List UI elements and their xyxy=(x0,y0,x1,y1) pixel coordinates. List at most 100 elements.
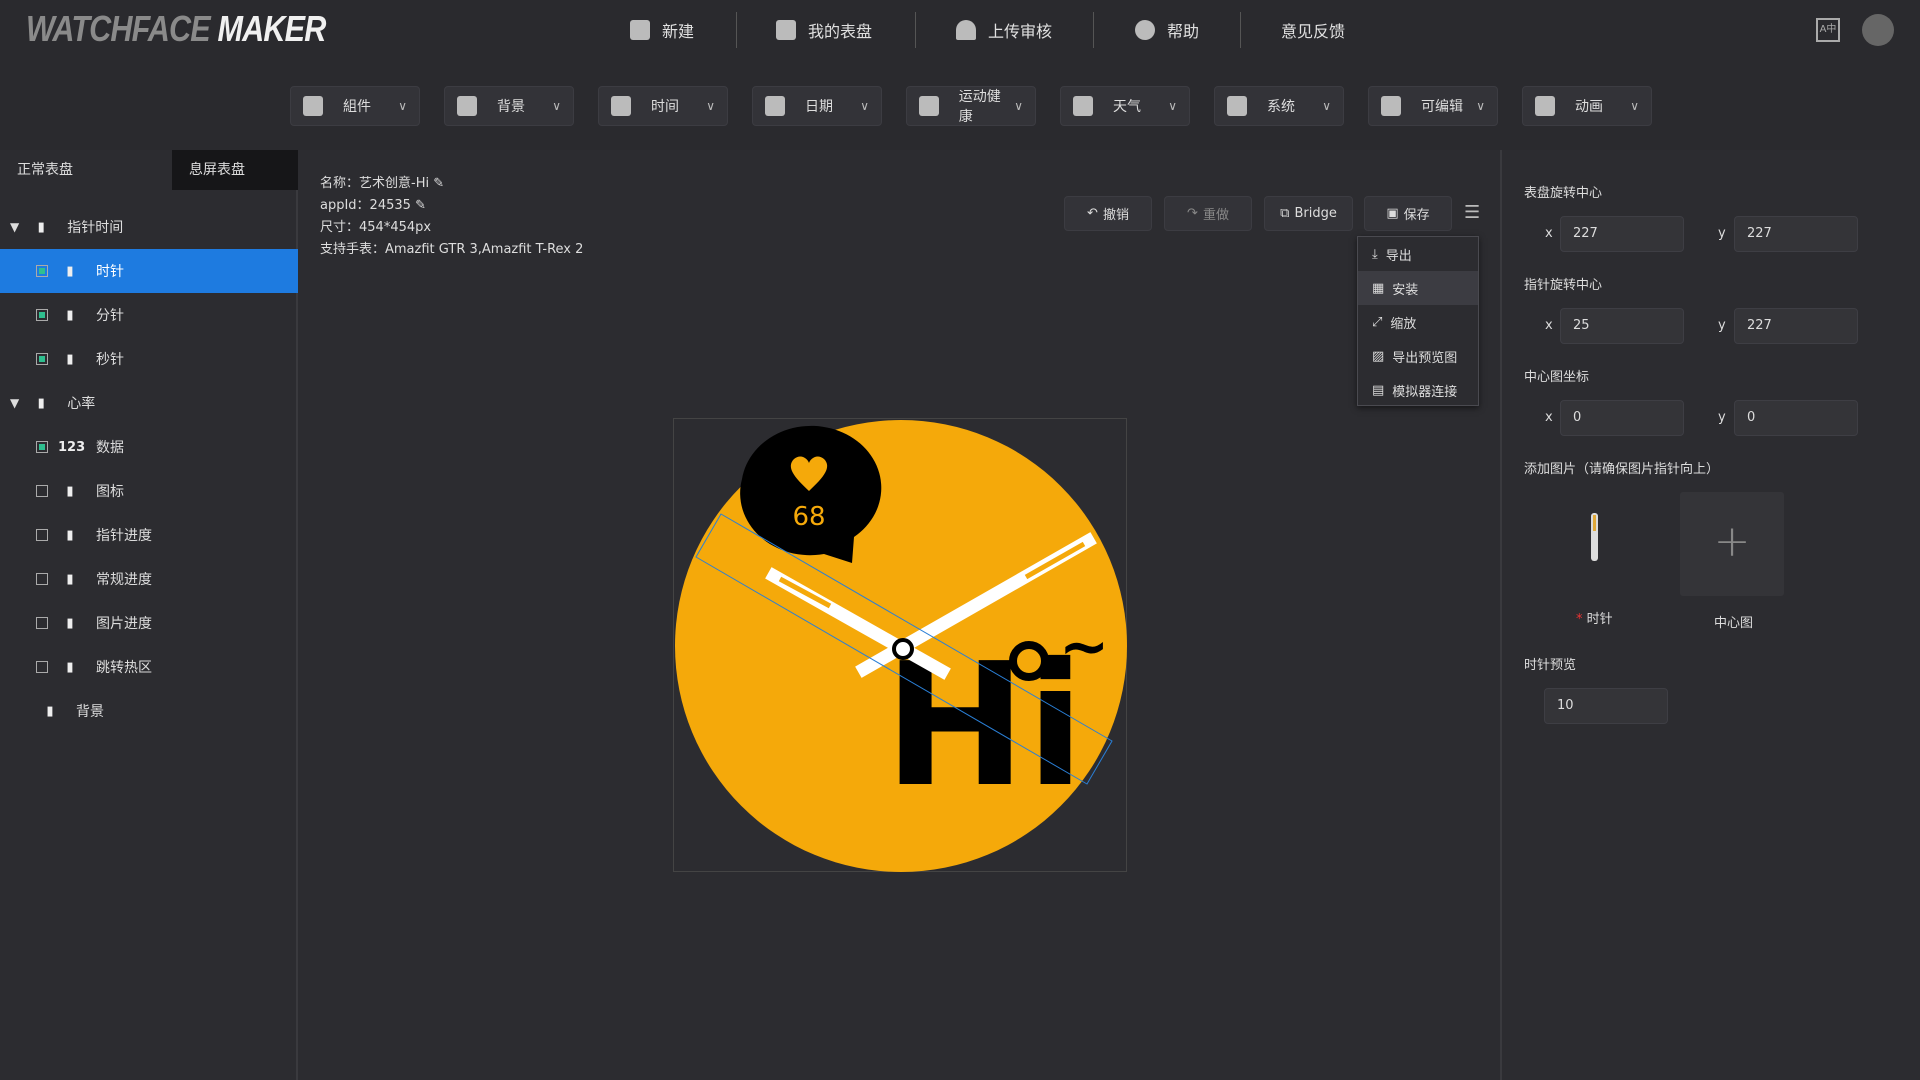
avatar[interactable] xyxy=(1862,14,1894,46)
visibility-checkbox[interactable] xyxy=(36,661,48,673)
tree-item[interactable]: ▮ 图片进度 xyxy=(0,601,298,645)
y-label: y xyxy=(1718,410,1726,425)
visibility-checkbox[interactable] xyxy=(36,529,48,541)
x-label: x xyxy=(1545,410,1553,425)
visibility-checkbox[interactable] xyxy=(36,353,48,365)
toolbar-date[interactable]: 日期 ∨ xyxy=(752,86,882,126)
dial-center-x-input[interactable]: 227 xyxy=(1560,216,1684,252)
hour-hand-thumbnail[interactable] xyxy=(1591,513,1598,561)
tree-item[interactable]: ▮ 时针 xyxy=(0,249,298,293)
y-label: y xyxy=(1718,318,1726,333)
toolbar-time[interactable]: 时间 ∨ xyxy=(598,86,728,126)
more-menu: ⤓ 导出 ▦ 安装 ⤢ 缩放 ▨ 导出预览图 ▤ 模拟器连接 xyxy=(1357,236,1479,406)
background-icon: ▮ xyxy=(46,703,54,719)
center-image-x-input[interactable]: 0 xyxy=(1560,400,1684,436)
menu-item-simulator[interactable]: ▤ 模拟器连接 xyxy=(1358,373,1478,407)
tree-item[interactable]: ▮ 秒针 xyxy=(0,337,298,381)
menu-icon[interactable]: ☰ xyxy=(1464,202,1480,223)
tree-item-label: 分针 xyxy=(96,308,124,324)
app-id[interactable]: appId：24535 ✎ xyxy=(320,194,426,213)
visibility-checkbox[interactable] xyxy=(36,309,48,321)
nav-feedback[interactable]: 意见反馈 xyxy=(1281,14,1345,46)
chevron-down-icon: ∨ xyxy=(1476,99,1485,113)
clock-hand-icon: ▮ xyxy=(37,219,45,235)
nav-new[interactable]: 新建 xyxy=(630,14,694,46)
toolbar-widgets[interactable]: 組件 ∨ xyxy=(290,86,420,126)
visibility-checkbox[interactable] xyxy=(36,485,48,497)
center-image-thumb-label: 中心图 xyxy=(1714,616,1754,631)
divider xyxy=(1240,12,1241,48)
toolbar-health[interactable]: 运动健康 ∨ xyxy=(906,86,1036,126)
divider xyxy=(1093,12,1094,48)
expand-triangle-icon[interactable]: ▼ xyxy=(10,220,19,234)
menu-item-export[interactable]: ⤓ 导出 xyxy=(1358,237,1478,271)
tree-item[interactable]: ▮ 常规进度 xyxy=(0,557,298,601)
size: 尺寸：454*454px xyxy=(320,220,432,235)
save-button[interactable]: ▣ 保存 xyxy=(1364,196,1452,231)
image-icon: ▮ xyxy=(66,483,74,499)
tree-item[interactable]: ▮ 指针进度 xyxy=(0,513,298,557)
heart-rate-icon xyxy=(919,96,939,116)
tilde-text: ~ xyxy=(1059,612,1109,682)
tree-item-label: 常规进度 xyxy=(96,572,152,588)
nav-upload-review[interactable]: 上传审核 xyxy=(956,14,1052,46)
watchface-name[interactable]: 名称：艺术创意-Hi ✎ xyxy=(320,172,444,191)
watchface-canvas[interactable]: 68 Hi ~ xyxy=(673,418,1127,872)
hand-icon: ▮ xyxy=(66,307,74,323)
hand-icon: ▮ xyxy=(66,263,74,279)
toolbar-system[interactable]: 系统 ∨ xyxy=(1214,86,1344,126)
tree-item[interactable]: ▼ ▮ 指针时间 xyxy=(0,205,298,249)
tree-item[interactable]: ▮ 分针 xyxy=(0,293,298,337)
edit-icon[interactable]: ✎ xyxy=(415,198,426,213)
tree-item-label: 时针 xyxy=(96,264,124,280)
bridge-button[interactable]: ⧉ Bridge xyxy=(1264,196,1353,231)
tree-item[interactable]: 123 数据 xyxy=(0,425,298,469)
heart-rate-value: 68 xyxy=(792,502,825,532)
nav-my-watchfaces[interactable]: 我的表盘 xyxy=(776,14,872,46)
tab-aod[interactable]: 息屏表盘 xyxy=(172,150,298,190)
tree-item-label: 跳转热区 xyxy=(96,660,152,676)
qr-code-icon: ▦ xyxy=(1372,280,1385,296)
divider xyxy=(915,12,916,48)
system-icon xyxy=(1227,96,1247,116)
simulator-icon: ▤ xyxy=(1372,382,1385,398)
add-center-image-button[interactable]: + xyxy=(1680,492,1784,596)
tree-item[interactable]: ▮ 背景 xyxy=(0,689,298,733)
toolbar-background[interactable]: 背景 ∨ xyxy=(444,86,574,126)
edit-icon[interactable]: ✎ xyxy=(433,176,444,191)
redo-button[interactable]: ↷ 重做 xyxy=(1164,196,1252,231)
hand-center-x-input[interactable]: 25 xyxy=(1560,308,1684,344)
dial-center-y-input[interactable]: 227 xyxy=(1734,216,1858,252)
undo-button[interactable]: ↶ 撤销 xyxy=(1064,196,1152,231)
save-icon: ▣ xyxy=(1386,206,1399,221)
edit-tools-icon xyxy=(1381,96,1401,116)
visibility-checkbox[interactable] xyxy=(36,573,48,585)
tab-normal[interactable]: 正常表盘 xyxy=(0,150,172,190)
menu-item-resize[interactable]: ⤢ 缩放 xyxy=(1358,305,1478,339)
language-icon[interactable]: A中 xyxy=(1816,18,1840,42)
hand-center-y-input[interactable]: 227 xyxy=(1734,308,1858,344)
clock-hand-icon xyxy=(611,96,631,116)
tree-item[interactable]: ▮ 跳转热区 xyxy=(0,645,298,689)
tree-item[interactable]: ▼ ▮ 心率 xyxy=(0,381,298,425)
logo: WATCHFACE MAKER xyxy=(26,8,326,49)
menu-item-install[interactable]: ▦ 安装 xyxy=(1358,271,1478,305)
toolbar-animation[interactable]: 动画 ∨ xyxy=(1522,86,1652,126)
nav-help[interactable]: 帮助 xyxy=(1135,14,1199,46)
visibility-checkbox[interactable] xyxy=(36,441,48,453)
undo-icon: ↶ xyxy=(1087,206,1098,221)
menu-item-export-preview[interactable]: ▨ 导出预览图 xyxy=(1358,339,1478,373)
y-label: y xyxy=(1718,226,1726,241)
center-image-y-input[interactable]: 0 xyxy=(1734,400,1858,436)
expand-triangle-icon[interactable]: ▼ xyxy=(10,396,19,410)
tree-item[interactable]: ▮ 图标 xyxy=(0,469,298,513)
visibility-checkbox[interactable] xyxy=(36,617,48,629)
hour-preview-input[interactable]: 10 xyxy=(1544,688,1668,724)
image-icon: ▮ xyxy=(66,615,74,631)
x-label: x xyxy=(1545,226,1553,241)
divider xyxy=(736,12,737,48)
watchface-preview: 68 Hi ~ xyxy=(675,420,1127,872)
toolbar-editable[interactable]: 可编辑 ∨ xyxy=(1368,86,1498,126)
toolbar-weather[interactable]: 天气 ∨ xyxy=(1060,86,1190,126)
visibility-checkbox[interactable] xyxy=(36,265,48,277)
